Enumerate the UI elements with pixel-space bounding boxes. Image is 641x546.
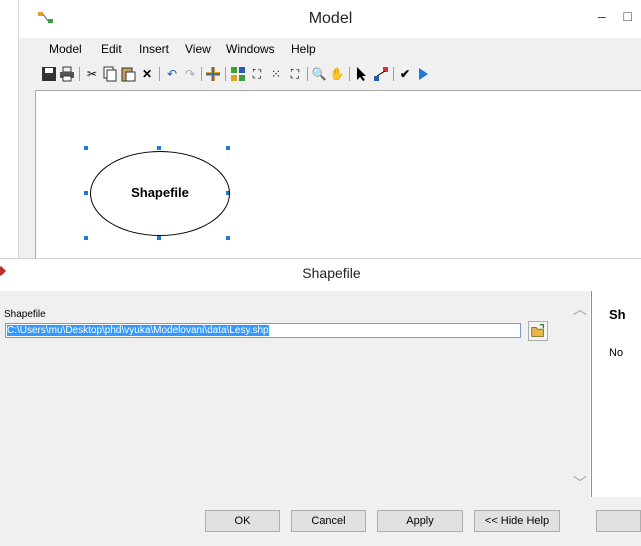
dialog-titlebar: Shapefile — [0, 259, 641, 285]
model-canvas[interactable]: Shapefile — [35, 90, 641, 259]
minimize-button[interactable]: – — [598, 8, 606, 24]
menu-help[interactable]: Help — [291, 42, 316, 56]
menu-model[interactable]: Model — [49, 42, 82, 56]
ok-button[interactable]: OK — [205, 510, 280, 532]
auto-layout-icon[interactable] — [230, 66, 246, 82]
browse-folder-icon[interactable] — [528, 321, 548, 341]
hide-help-button[interactable]: << Hide Help — [474, 510, 560, 532]
shapefile-path-value: C:\Users\mu\Desktop\phd\vyuka\Modelovani… — [7, 325, 269, 336]
shapefile-path-input[interactable]: C:\Users\mu\Desktop\phd\vyuka\Modelovani… — [5, 323, 521, 338]
model-window: Model – □ Model Edit Insert View Windows… — [18, 0, 641, 259]
zoom-in-icon[interactable]: 🔍 — [311, 66, 327, 82]
model-window-title: Model — [308, 10, 353, 27]
menu-edit[interactable]: Edit — [101, 42, 122, 56]
shapefile-field-label: Shapefile — [4, 309, 46, 320]
zoom-in-fixed-icon[interactable]: ⁙ — [268, 66, 284, 82]
selection-handle[interactable] — [84, 146, 88, 150]
parameters-scrollbar[interactable]: ︿ ﹀ — [568, 291, 590, 497]
selection-handle[interactable] — [226, 146, 230, 150]
help-heading: Sh — [609, 307, 626, 322]
print-icon[interactable] — [59, 66, 75, 82]
save-icon[interactable] — [41, 66, 57, 82]
cancel-button[interactable]: Cancel — [291, 510, 366, 532]
scroll-up-icon[interactable]: ︿ — [573, 299, 587, 319]
shapefile-dialog: Shapefile Shapefile C:\Users\mu\Desktop\… — [0, 258, 641, 546]
validate-icon[interactable]: ✔ — [397, 66, 413, 82]
menu-insert[interactable]: Insert — [139, 42, 169, 56]
maximize-button[interactable]: □ — [624, 8, 632, 24]
parameters-panel: Shapefile C:\Users\mu\Desktop\phd\vyuka\… — [0, 291, 568, 497]
cut-icon[interactable]: ✂ — [84, 66, 100, 82]
model-titlebar: Model – □ — [19, 0, 641, 38]
pan-icon[interactable]: ✋ — [329, 66, 345, 82]
dialog-button-bar: OK Cancel Apply << Hide Help — [0, 497, 641, 546]
full-extent-icon[interactable]: ⛶ — [249, 66, 265, 82]
add-data-icon[interactable] — [205, 66, 221, 82]
shapefile-element-label: Shapefile — [131, 185, 189, 200]
menu-bar: Model Edit Insert View Windows Help — [19, 38, 641, 60]
select-arrow-icon[interactable] — [354, 66, 370, 82]
selection-handle[interactable] — [84, 191, 88, 195]
dialog-title: Shapefile — [302, 265, 361, 281]
help-panel: Sh No — [591, 291, 641, 497]
toolbar: ✂ ✕ ↶ ↷ ⛶ ⁙ ⛶ 🔍 ✋ ✔ — [19, 62, 641, 88]
help-text: No — [609, 347, 624, 359]
zoom-out-fixed-icon[interactable]: ⛶ — [287, 66, 303, 82]
menu-view[interactable]: View — [185, 42, 211, 56]
undo-icon[interactable]: ↶ — [164, 66, 180, 82]
copy-icon[interactable] — [102, 66, 118, 82]
redo-icon[interactable]: ↷ — [182, 66, 198, 82]
selection-handle[interactable] — [226, 236, 230, 240]
run-icon[interactable] — [415, 66, 431, 82]
scroll-down-icon[interactable]: ﹀ — [573, 473, 587, 493]
tool-help-button[interactable] — [596, 510, 641, 532]
selection-handle[interactable] — [157, 146, 161, 150]
selection-handle[interactable] — [157, 236, 161, 240]
delete-icon[interactable]: ✕ — [139, 66, 155, 82]
selection-handle[interactable] — [84, 236, 88, 240]
menu-windows[interactable]: Windows — [226, 42, 275, 56]
connect-icon[interactable] — [373, 66, 389, 82]
apply-button[interactable]: Apply — [377, 510, 463, 532]
paste-icon[interactable] — [120, 66, 136, 82]
